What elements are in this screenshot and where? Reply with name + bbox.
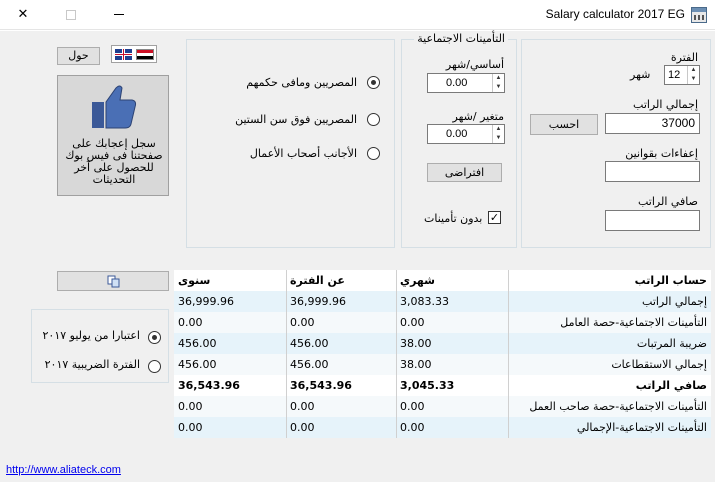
- variable-monthly-value: 0.00: [446, 128, 468, 140]
- cell-monthly: 3,083.33: [396, 291, 508, 312]
- nationality-radio-over-sixty[interactable]: [367, 113, 380, 126]
- table-header-row: سنوى عن الفترة شهري حساب الراتب: [174, 270, 711, 291]
- column-divider: [396, 270, 397, 438]
- cell-annual: 0.00: [174, 396, 286, 417]
- legal-exemptions-label: إعفاءات بقوانين: [625, 147, 698, 160]
- nationality-group: المصريين ومافى حكمهم المصريين فوق سن الس…: [186, 39, 395, 248]
- cell-label: إجمالي الراتب: [508, 291, 711, 312]
- column-divider: [286, 270, 287, 438]
- nationality-radio-egyptian[interactable]: [367, 76, 380, 89]
- header-annual: سنوى: [174, 270, 286, 291]
- tax-period-radio-from-july[interactable]: [148, 331, 161, 344]
- cell-label: صافي الراتب: [508, 375, 711, 396]
- cell-label: التأمينات الاجتماعية-الإجمالي: [508, 417, 711, 438]
- table-row[interactable]: 456.00 456.00 38.00 ضريبة المرتبات: [174, 333, 711, 354]
- cell-label: التأمينات الاجتماعية-حصة صاحب العمل: [508, 396, 711, 417]
- spin-down-icon[interactable]: ▼: [493, 83, 504, 92]
- table-row[interactable]: 36,543.96 36,543.96 3,045.33 صافي الراتب: [174, 375, 711, 396]
- cell-annual: 0.00: [174, 312, 286, 333]
- variable-monthly-label: متغير /شهر: [452, 110, 504, 123]
- basic-monthly-spinner[interactable]: 0.00 ▲ ▼: [427, 73, 505, 93]
- facebook-like-panel[interactable]: سجل إعجابك على صفحتنا فى فيس بوك للحصول …: [57, 75, 169, 196]
- cell-monthly: 38.00: [396, 333, 508, 354]
- basic-monthly-label: أساسي/شهر: [445, 58, 504, 71]
- table-row[interactable]: 0.00 0.00 0.00 التأمينات الاجتماعية-حصة …: [174, 396, 711, 417]
- copy-icon: [107, 275, 120, 288]
- cell-annual: 456.00: [174, 354, 286, 375]
- cell-annual: 36,999.96: [174, 291, 286, 312]
- period-value: 12: [668, 69, 681, 81]
- cell-label: إجمالي الاستقطاعات: [508, 354, 711, 375]
- net-salary-label: صافي الراتب: [637, 195, 698, 208]
- cell-monthly: 0.00: [396, 396, 508, 417]
- social-insurance-title: التأمينات الاجتماعية: [414, 32, 508, 45]
- tax-period-option-from-july: اعتبارا من يوليو ٢٠١٧: [42, 329, 140, 342]
- nationality-option-foreign-employers: الأجانب أصحاب الأعمال: [249, 147, 357, 160]
- social-insurance-group: التأمينات الاجتماعية أساسي/شهر 0.00 ▲ ▼ م…: [401, 32, 517, 248]
- cell-period: 0.00: [286, 417, 396, 438]
- table-row[interactable]: 0.00 0.00 0.00 التأمينات الاجتماعية-الإج…: [174, 417, 711, 438]
- header-monthly: شهري: [396, 270, 508, 291]
- column-divider: [508, 270, 509, 438]
- spin-down-icon[interactable]: ▼: [688, 75, 699, 84]
- cell-period: 456.00: [286, 354, 396, 375]
- thumbs-up-icon: [92, 85, 137, 129]
- gross-salary-label: إجمالي الراتب: [633, 98, 698, 111]
- close-icon[interactable]: ✕: [0, 0, 46, 30]
- salary-input-group: الفترة 12 ▲ ▼ شهر إجمالي الراتب 37000 إعف…: [521, 39, 711, 248]
- table-row[interactable]: 456.00 456.00 38.00 إجمالي الاستقطاعات: [174, 354, 711, 375]
- window-title: Salary calculator 2017 EG: [545, 7, 685, 21]
- spin-up-icon[interactable]: ▲: [493, 74, 504, 83]
- language-flags-icon[interactable]: [111, 45, 157, 63]
- spin-up-icon[interactable]: ▲: [493, 125, 504, 134]
- copy-button[interactable]: [57, 271, 169, 291]
- period-unit-label: شهر: [630, 68, 651, 81]
- header-period: عن الفترة: [286, 270, 396, 291]
- cell-annual: 0.00: [174, 417, 286, 438]
- variable-monthly-spinner[interactable]: 0.00 ▲ ▼: [427, 124, 505, 144]
- title-bar: ✕ Salary calculator 2017 EG: [0, 0, 715, 30]
- cell-monthly: 3,045.33: [396, 375, 508, 396]
- tax-period-group: اعتبارا من يوليو ٢٠١٧ الفترة الضريبية ٢٠…: [31, 309, 169, 383]
- table-row[interactable]: 0.00 0.00 0.00 التأمينات الاجتماعية-حصة …: [174, 312, 711, 333]
- calculator-app-icon: [691, 7, 707, 23]
- about-button[interactable]: حول: [57, 47, 100, 65]
- cell-period: 36,999.96: [286, 291, 396, 312]
- cell-period: 36,543.96: [286, 375, 396, 396]
- spin-down-icon[interactable]: ▼: [493, 134, 504, 143]
- no-insurance-checkbox[interactable]: ✓: [488, 211, 501, 224]
- cell-period: 0.00: [286, 312, 396, 333]
- cell-monthly: 38.00: [396, 354, 508, 375]
- tax-period-radio-fiscal-year[interactable]: [148, 360, 161, 373]
- spin-up-icon[interactable]: ▲: [688, 66, 699, 75]
- minimize-icon[interactable]: [96, 0, 142, 30]
- period-label: الفترة: [670, 51, 698, 64]
- period-spinner[interactable]: 12 ▲ ▼: [664, 65, 700, 85]
- nationality-option-over-sixty: المصريين فوق سن الستين: [235, 113, 357, 126]
- net-salary-input[interactable]: [605, 210, 700, 231]
- gross-salary-input[interactable]: 37000: [605, 113, 700, 134]
- main-client-area: الفترة 12 ▲ ▼ شهر إجمالي الراتب 37000 إعف…: [0, 31, 715, 482]
- website-link[interactable]: http://www.aliateck.com: [6, 464, 121, 476]
- cell-monthly: 0.00: [396, 417, 508, 438]
- calculate-button[interactable]: احسب: [530, 114, 598, 135]
- cell-monthly: 0.00: [396, 312, 508, 333]
- nationality-radio-foreign-employers[interactable]: [367, 147, 380, 160]
- cell-label: التأمينات الاجتماعية-حصة العامل: [508, 312, 711, 333]
- basic-monthly-value: 0.00: [446, 77, 468, 89]
- cell-annual: 36,543.96: [174, 375, 286, 396]
- nationality-option-egyptian: المصريين ومافى حكمهم: [246, 76, 357, 89]
- maximize-icon[interactable]: [48, 0, 94, 30]
- tax-period-option-fiscal-year: الفترة الضريبية ٢٠١٧: [44, 358, 140, 371]
- header-label: حساب الراتب: [508, 270, 711, 291]
- no-insurance-label: بدون تأمينات: [424, 212, 483, 225]
- legal-exemptions-input[interactable]: [605, 161, 700, 182]
- facebook-like-text: سجل إعجابك على صفحتنا فى فيس بوك للحصول …: [65, 137, 163, 186]
- cell-period: 456.00: [286, 333, 396, 354]
- default-button[interactable]: افتراضى: [427, 163, 502, 182]
- cell-label: ضريبة المرتبات: [508, 333, 711, 354]
- table-row[interactable]: 36,999.96 36,999.96 3,083.33 إجمالي الرا…: [174, 291, 711, 312]
- cell-period: 0.00: [286, 396, 396, 417]
- cell-annual: 456.00: [174, 333, 286, 354]
